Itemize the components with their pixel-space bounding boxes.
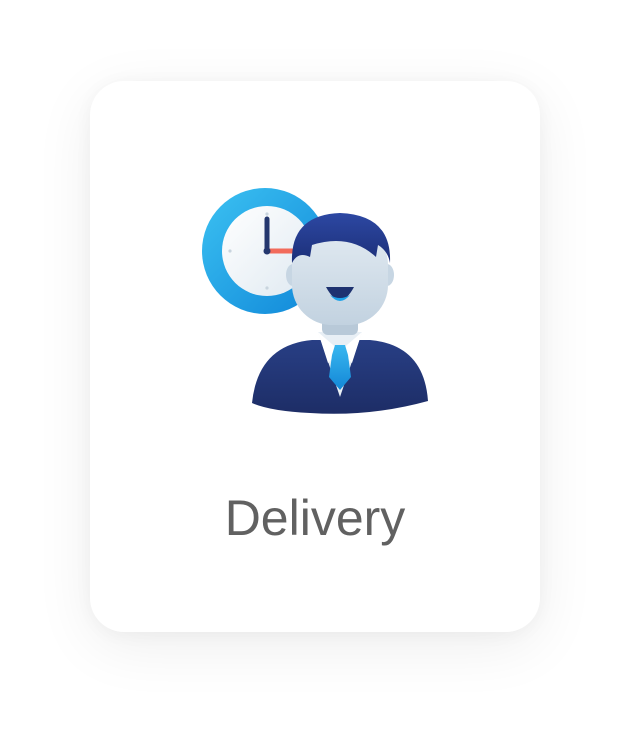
delivery-agent-clock-icon — [202, 188, 428, 414]
delivery-card[interactable]: Delivery — [90, 81, 540, 632]
card-label: Delivery — [224, 490, 406, 546]
